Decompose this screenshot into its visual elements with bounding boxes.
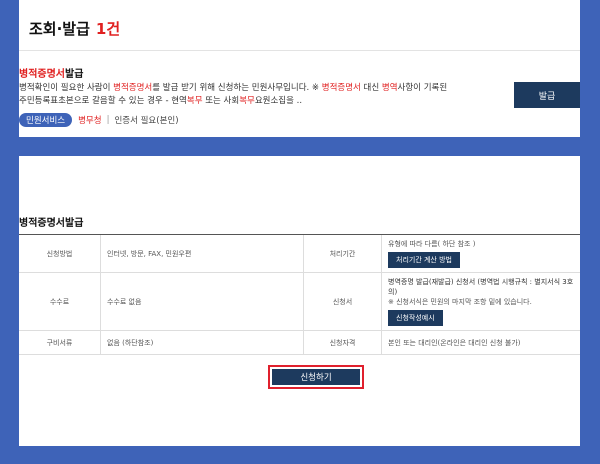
row-value: 없음 (하단참조) [100, 330, 304, 355]
service-title-keyword: 병적증명서 [19, 69, 65, 80]
desc-text: 병적확인이 필요한 사람이 [19, 83, 114, 93]
row-value: 인터넷, 방문, FAX, 민원우편 [100, 235, 304, 273]
row-header: 신청서 [303, 272, 382, 331]
row-header: 신청자격 [303, 330, 382, 355]
service-title[interactable]: 병적증명서발급 [19, 65, 83, 80]
row-header: 처리기간 [303, 235, 382, 273]
table-row: 수수료 수수료 없음 신청서 병역증명 발급(재발급) 신청서 (병역법 시행규… [19, 272, 580, 331]
service-category-tag: 민원서비스 [19, 113, 73, 127]
row-value: 수수료 없음 [100, 272, 304, 331]
row-value: 유형에 따라 다름( 하단 참조 ) [388, 240, 476, 248]
result-count: 1건 [95, 20, 121, 38]
row-header: 신청방법 [19, 235, 101, 273]
desc-text: 대신 [360, 83, 382, 93]
result-header: 조회·발급 1건 [29, 18, 120, 39]
row-header: 구비서류 [19, 330, 101, 355]
service-title-rest: 발급 [65, 69, 84, 80]
row-header: 수수료 [19, 272, 101, 331]
desc-text: 를 발급 받기 위해 신청하는 민원사무입니다. ※ [152, 83, 322, 93]
desc-text: 주민등록표초본으로 갈음할 수 있는 경우 - 현역 [19, 96, 187, 106]
processing-time-calc-button[interactable]: 처리기간 계산 방법 [388, 252, 460, 268]
desc-keyword: 복무 [239, 96, 255, 106]
row-value-cell: 병역증명 발급(재발급) 신청서 (병역법 시행규칙 : 별지서식 3호의) ※… [381, 272, 580, 331]
service-detail-panel: 병적증명서발급 신청방법 인터넷, 방문, FAX, 민원우편 처리기간 유형에… [19, 156, 580, 446]
issue-button[interactable]: 발급 [514, 82, 580, 108]
detail-table: 신청방법 인터넷, 방문, FAX, 민원우편 처리기간 유형에 따라 다름( … [19, 235, 580, 355]
detail-title: 병적증명서발급 [19, 218, 84, 229]
result-title: 조회·발급 [29, 20, 90, 38]
desc-text: 사항이 기록된 [397, 83, 448, 93]
row-value-cell: 유형에 따라 다름( 하단 참조 ) 처리기간 계산 방법 [381, 235, 580, 273]
certificate-note: 인증서 필요(본인) [114, 116, 179, 126]
service-summary-panel: 조회·발급 1건 병적증명서발급 병적확인이 필요한 사람이 병적증명서를 발급 … [19, 0, 580, 137]
service-description: 병적확인이 필요한 사람이 병적증명서를 발급 받기 위해 신청하는 민원사무입… [19, 82, 499, 108]
service-tags: 민원서비스 병무청 | 인증서 필요(본인) [19, 113, 179, 127]
desc-text: 또는 사회 [202, 96, 240, 106]
description-line-2: 주민등록표초본으로 갈음할 수 있는 경우 - 현역복무 또는 사회복무요원소집… [19, 95, 499, 108]
application-form-name: 병역증명 발급(재발급) 신청서 (병역법 시행규칙 : 별지서식 3호의) [388, 278, 574, 296]
table-row: 구비서류 없음 (하단참조) 신청자격 본인 또는 대리인(온라인은 대리인 신… [19, 330, 580, 355]
desc-keyword: 병역 [381, 83, 398, 93]
desc-keyword: 복무 [186, 96, 203, 106]
apply-button-highlight: 신청하기 [268, 365, 364, 389]
department-label: 병무청 [78, 116, 102, 126]
divider [19, 50, 580, 51]
table-row: 신청방법 인터넷, 방문, FAX, 민원우편 처리기간 유형에 따라 다름( … [19, 235, 580, 273]
apply-button[interactable]: 신청하기 [272, 369, 360, 385]
application-form-note: ※ 신청서식은 민원의 마지막 조항 밑에 있습니다. [388, 298, 532, 306]
separator: | [106, 115, 110, 125]
row-value: 본인 또는 대리인(온라인은 대리인 신청 불가) [381, 330, 580, 355]
desc-keyword: 병적증명서 [113, 83, 153, 93]
form-example-button[interactable]: 신청작성예시 [388, 310, 443, 326]
description-line-1: 병적확인이 필요한 사람이 병적증명서를 발급 받기 위해 신청하는 민원사무입… [19, 82, 499, 95]
desc-keyword: 병적증명서 [321, 83, 361, 93]
desc-text: 요원소집을 .. [254, 96, 303, 106]
